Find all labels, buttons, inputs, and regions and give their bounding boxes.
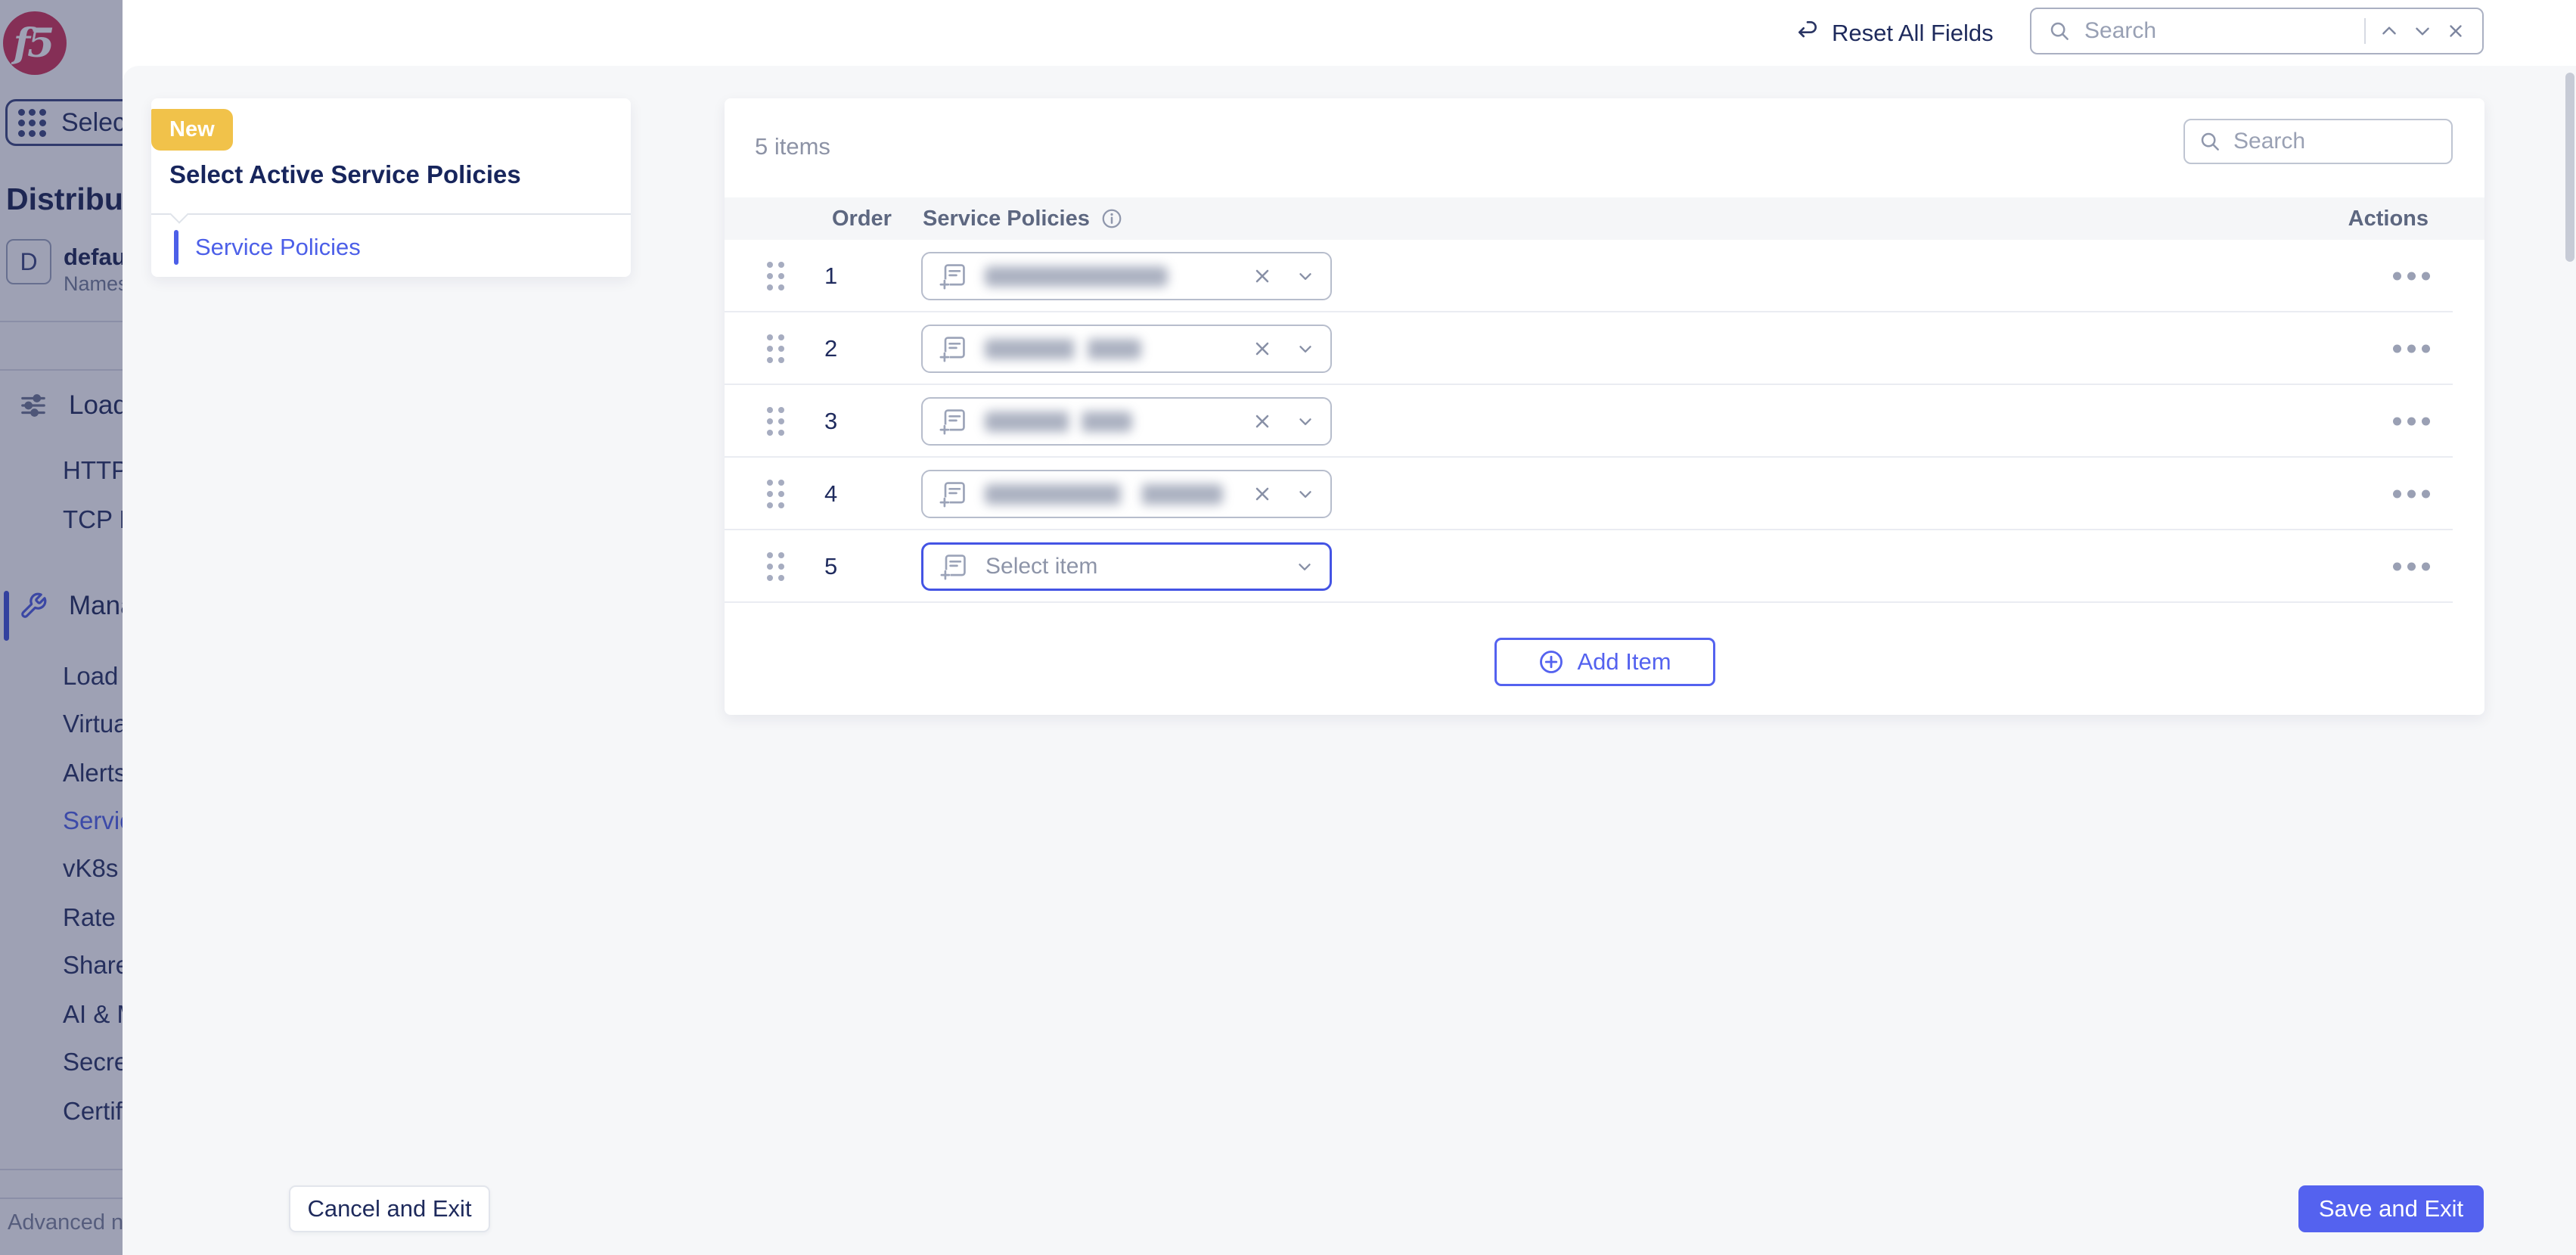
column-order: Order: [832, 207, 892, 231]
row-actions-menu[interactable]: [2385, 483, 2438, 506]
clear-selection-icon[interactable]: [1252, 266, 1273, 287]
search-icon: [2199, 130, 2221, 153]
chevron-down-icon[interactable]: [1296, 412, 1315, 431]
column-service-policies: Service Policies: [923, 207, 1123, 231]
modal-scrim[interactable]: [0, 0, 123, 1255]
nav-item-label: Service Policies: [195, 234, 361, 261]
table-row: 4: [725, 458, 2484, 530]
nav-item-service-policies[interactable]: Service Policies: [174, 230, 361, 265]
clear-selection-icon[interactable]: [1252, 483, 1273, 505]
chevron-down-icon[interactable]: [1295, 557, 1314, 576]
policy-doc-icon: [938, 334, 968, 364]
modal-nav-panel: New Select Active Service Policies Servi…: [151, 98, 631, 277]
row-actions-menu[interactable]: [2385, 337, 2438, 361]
policy-doc-icon: [938, 261, 968, 291]
row-actions-menu[interactable]: [2385, 410, 2438, 433]
new-badge: New: [151, 109, 233, 151]
row-divider: [725, 601, 2453, 603]
order-number: 1: [824, 262, 858, 290]
table-header: Order Service Policies Actions: [725, 197, 2484, 240]
policy-select[interactable]: [921, 397, 1332, 446]
items-count: 5 items: [755, 133, 830, 160]
drag-handle-icon[interactable]: [767, 407, 784, 436]
chevron-down-icon[interactable]: [1296, 266, 1315, 286]
card-search-box: [2183, 119, 2453, 164]
table-row: 1: [725, 240, 2484, 312]
chevron-down-icon[interactable]: [1296, 339, 1315, 359]
modal-header: Reset All Fields: [123, 0, 2576, 66]
header-search-input[interactable]: [2084, 18, 2351, 44]
policy-doc-icon: [939, 551, 969, 582]
chevron-down-icon[interactable]: [1296, 484, 1315, 504]
collapse-notch-icon[interactable]: [169, 204, 188, 223]
redacted-policy-value: [985, 484, 1223, 505]
divider: [151, 213, 631, 215]
policy-doc-icon: [938, 479, 968, 509]
order-number: 2: [824, 335, 858, 362]
active-indicator-bar: [174, 230, 178, 265]
column-actions: Actions: [2348, 207, 2429, 231]
search-next-icon[interactable]: [2413, 21, 2432, 41]
redacted-policy-value: [985, 266, 1168, 287]
order-number: 4: [824, 480, 858, 508]
add-item-label: Add Item: [1577, 648, 1671, 676]
plus-circle-icon: [1538, 648, 1565, 676]
table-row: 3: [725, 385, 2484, 458]
policy-select[interactable]: [921, 252, 1332, 300]
reset-icon: [1795, 21, 1820, 45]
service-policies-card: 5 items Order Service Policies: [725, 98, 2484, 715]
search-prev-icon[interactable]: [2379, 21, 2399, 41]
info-icon[interactable]: [1100, 207, 1123, 230]
table-rows: 1: [725, 240, 2484, 603]
policy-doc-icon: [938, 406, 968, 436]
search-close-icon[interactable]: [2446, 21, 2466, 41]
drag-handle-icon[interactable]: [767, 480, 784, 508]
order-number: 3: [824, 408, 858, 435]
policy-select[interactable]: Select item: [921, 542, 1332, 591]
card-search-input[interactable]: [2233, 129, 2438, 154]
policy-select[interactable]: [921, 470, 1332, 518]
service-policies-modal: Reset All Fields New Select Active Servi: [123, 0, 2576, 1255]
table-row: 2: [725, 312, 2484, 385]
select-placeholder: Select item: [985, 554, 1097, 579]
add-item-button[interactable]: Add Item: [1494, 638, 1715, 686]
save-and-exit-button[interactable]: Save and Exit: [2298, 1185, 2484, 1232]
reset-label: Reset All Fields: [1832, 20, 1994, 47]
clear-selection-icon[interactable]: [1252, 338, 1273, 359]
divider: [2364, 18, 2366, 44]
policy-select[interactable]: [921, 325, 1332, 373]
cancel-and-exit-button[interactable]: Cancel and Exit: [289, 1185, 490, 1232]
redacted-policy-value: [985, 412, 1132, 432]
drag-handle-icon[interactable]: [767, 552, 784, 581]
redacted-policy-value: [985, 339, 1141, 359]
modal-body: New Select Active Service Policies Servi…: [123, 66, 2576, 1255]
table-row: 5 Select item: [725, 530, 2484, 603]
search-icon: [2048, 20, 2071, 42]
row-actions-menu[interactable]: [2385, 265, 2438, 288]
drag-handle-icon[interactable]: [767, 262, 784, 290]
column-label: Service Policies: [923, 207, 1090, 231]
reset-all-fields-button[interactable]: Reset All Fields: [1795, 0, 1994, 66]
modal-title: Select Active Service Policies: [169, 160, 521, 189]
row-actions-menu[interactable]: [2385, 555, 2438, 579]
order-number: 5: [824, 553, 858, 580]
drag-handle-icon[interactable]: [767, 334, 784, 363]
clear-selection-icon[interactable]: [1252, 411, 1273, 432]
scrollbar-thumb[interactable]: [2565, 73, 2574, 262]
header-search-box: [2030, 8, 2484, 54]
